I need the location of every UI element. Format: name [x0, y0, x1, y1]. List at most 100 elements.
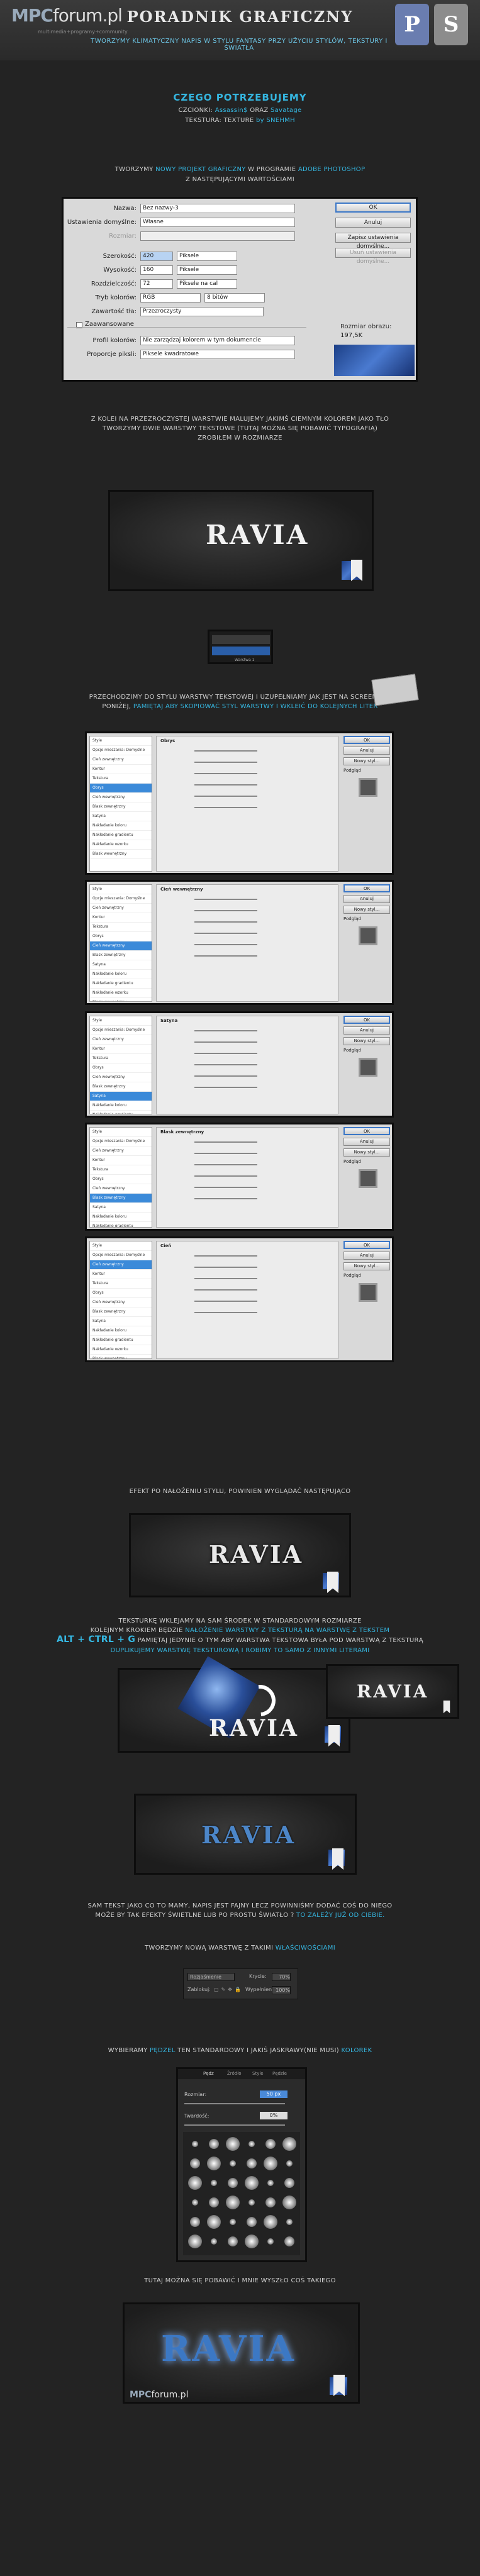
style-list-item[interactable]: Cień wewnętrzny: [90, 793, 152, 802]
height-field[interactable]: 160: [140, 265, 173, 275]
width-unit-select[interactable]: Piksele: [177, 252, 237, 261]
option-slider[interactable]: [194, 1030, 257, 1031]
style-list-item[interactable]: Opcje mieszania: Domyślne: [90, 746, 152, 755]
brush-preset[interactable]: [247, 2217, 257, 2227]
style-list-item[interactable]: Nakładanie koloru: [90, 1213, 152, 1222]
preview-checkbox[interactable]: Podgląd: [343, 1273, 390, 1278]
brush-preset[interactable]: [228, 2236, 238, 2246]
style-list-item[interactable]: Cień zewnętrzny: [90, 1260, 152, 1270]
lock-icons[interactable]: ▢✎✥🔒: [214, 1987, 243, 1992]
brush-preset[interactable]: [190, 2158, 200, 2168]
option-slider[interactable]: [194, 762, 257, 763]
brush-preset[interactable]: [282, 2137, 296, 2151]
style-list-item[interactable]: Blask zewnętrzny: [90, 802, 152, 812]
cancel-button[interactable]: Anuluj: [343, 895, 390, 903]
brush-preset[interactable]: [245, 2176, 259, 2190]
option-slider[interactable]: [194, 1075, 257, 1077]
style-list-item[interactable]: Tekstura: [90, 1279, 152, 1289]
option-slider[interactable]: [194, 1187, 257, 1188]
height-unit-select[interactable]: Piksele: [177, 265, 237, 275]
hardness-slider[interactable]: [184, 2124, 285, 2126]
style-list-item[interactable]: Obrys: [90, 1289, 152, 1298]
resolution-field[interactable]: 72: [140, 279, 173, 289]
brush-preset[interactable]: [248, 2141, 255, 2147]
option-slider[interactable]: [194, 750, 257, 752]
style-list-item[interactable]: Style: [90, 1016, 152, 1026]
option-slider[interactable]: [194, 1301, 257, 1302]
brush-preset[interactable]: [282, 2196, 296, 2209]
option-slider[interactable]: [194, 1198, 257, 1199]
style-list-item[interactable]: Blask zewnętrzny: [90, 1082, 152, 1092]
cancel-button[interactable]: Anuluj: [335, 218, 411, 228]
option-slider[interactable]: [194, 1041, 257, 1043]
style-list-item[interactable]: Satyna: [90, 1092, 152, 1101]
style-list-item[interactable]: Nakładanie gradientu: [90, 1111, 152, 1114]
option-slider[interactable]: [194, 1278, 257, 1279]
style-list-item[interactable]: Kontur: [90, 1045, 152, 1054]
option-slider[interactable]: [194, 910, 257, 911]
brush-preset[interactable]: [284, 2236, 294, 2246]
style-list-item[interactable]: Cień wewnętrzny: [90, 1298, 152, 1307]
style-list-item[interactable]: Obrys: [90, 784, 152, 793]
style-list-item[interactable]: Obrys: [90, 932, 152, 941]
style-list-item[interactable]: Kontur: [90, 1270, 152, 1279]
style-list-item[interactable]: Style: [90, 1241, 152, 1251]
brush-preset[interactable]: [230, 2160, 236, 2167]
style-list-item[interactable]: Kontur: [90, 1156, 152, 1165]
ok-button[interactable]: OK: [343, 1016, 390, 1024]
option-slider[interactable]: [194, 1053, 257, 1054]
option-slider[interactable]: [194, 807, 257, 808]
size-select[interactable]: [140, 231, 295, 241]
style-list-item[interactable]: Nakładanie gradientu: [90, 831, 152, 840]
option-slider[interactable]: [194, 899, 257, 900]
style-list-item[interactable]: Cień wewnętrzny: [90, 941, 152, 951]
background-select[interactable]: Przezroczysty: [140, 307, 264, 316]
blend-mode-select[interactable]: Rozjaśnienie: [187, 1973, 235, 1981]
option-slider[interactable]: [194, 1175, 257, 1177]
brush-preset[interactable]: [207, 2215, 221, 2229]
brush-preset[interactable]: [226, 2137, 240, 2151]
style-list-item[interactable]: Nakładanie koloru: [90, 1326, 152, 1336]
aspect-select[interactable]: Piksele kwadratowe: [140, 350, 295, 359]
ok-button[interactable]: OK: [335, 203, 411, 213]
style-list-item[interactable]: Kontur: [90, 913, 152, 923]
style-list-item[interactable]: Obrys: [90, 1063, 152, 1073]
profile-select[interactable]: Nie zarządzaj kolorem w tym dokumencie: [140, 336, 295, 345]
brush-preset[interactable]: [188, 2235, 202, 2248]
option-slider[interactable]: [194, 944, 257, 945]
option-slider[interactable]: [194, 1141, 257, 1143]
style-list-item[interactable]: Style: [90, 885, 152, 894]
preset-select[interactable]: Własne: [140, 218, 295, 227]
style-list-item[interactable]: Nakładanie gradientu: [90, 1222, 152, 1227]
brush-preset[interactable]: [284, 2178, 294, 2188]
bit-depth-select[interactable]: 8 bitów: [204, 293, 265, 303]
delete-preset-button[interactable]: Usuń ustawienia domyślne...: [335, 248, 411, 265]
tab-brush[interactable]: Pędz: [203, 2071, 214, 2076]
brush-size-slider[interactable]: [184, 2103, 285, 2104]
ok-button[interactable]: OK: [343, 1127, 390, 1135]
cancel-button[interactable]: Anuluj: [343, 747, 390, 755]
style-list-item[interactable]: Satyna: [90, 812, 152, 821]
style-list-item[interactable]: Style: [90, 1128, 152, 1137]
brush-preset[interactable]: [209, 2139, 219, 2149]
style-list-item[interactable]: Tekstura: [90, 923, 152, 932]
style-list-item[interactable]: Nakładanie koloru: [90, 970, 152, 979]
style-list-item[interactable]: Style: [90, 736, 152, 746]
style-list-item[interactable]: Nakładanie koloru: [90, 1101, 152, 1111]
style-list-item[interactable]: Kontur: [90, 765, 152, 774]
style-list-item[interactable]: Opcje mieszania: Domyślne: [90, 1026, 152, 1035]
brush-preset[interactable]: [265, 2139, 276, 2149]
option-slider[interactable]: [194, 796, 257, 797]
opacity-field[interactable]: 70%: [272, 1973, 291, 1981]
option-slider[interactable]: [194, 1153, 257, 1154]
preview-checkbox[interactable]: Podgląd: [343, 1048, 390, 1053]
option-slider[interactable]: [194, 1312, 257, 1313]
option-slider[interactable]: [194, 1267, 257, 1268]
resolution-unit-select[interactable]: Piksele na cal: [177, 279, 237, 289]
option-slider[interactable]: [194, 773, 257, 774]
style-list-item[interactable]: Blask zewnętrzny: [90, 951, 152, 960]
brush-preset[interactable]: [211, 2180, 217, 2186]
cancel-button[interactable]: Anuluj: [343, 1026, 390, 1035]
style-list-item[interactable]: Obrys: [90, 1175, 152, 1184]
brush-preset[interactable]: [207, 2157, 221, 2170]
